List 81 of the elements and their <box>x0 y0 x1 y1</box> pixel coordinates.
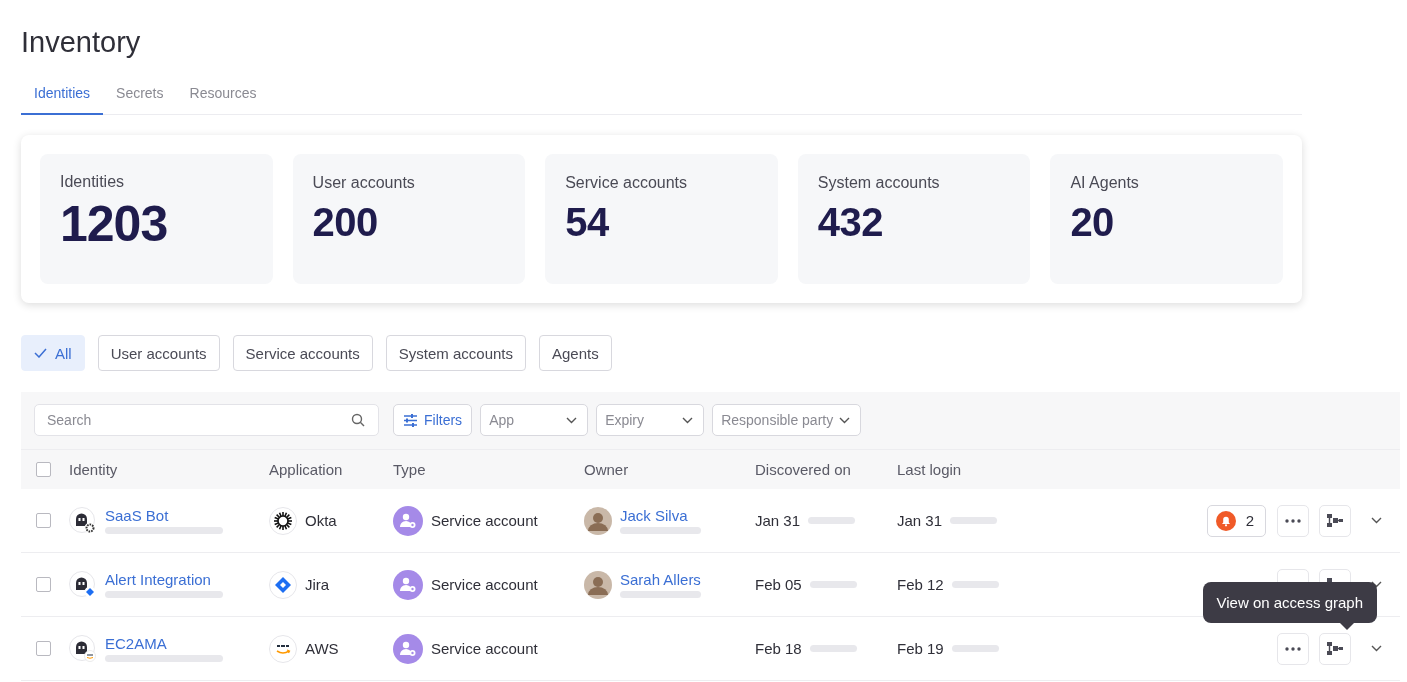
stat-value: 1203 <box>60 195 169 253</box>
column-header: Identity <box>69 461 119 478</box>
filters-button[interactable]: Filters <box>393 404 473 436</box>
bot-icon <box>69 570 97 599</box>
column-header: Type <box>393 461 427 478</box>
stat-value: 20 <box>1070 200 1115 245</box>
filter-dropdown[interactable]: App <box>480 404 589 436</box>
tab[interactable]: Identities <box>21 79 104 115</box>
filter-chip[interactable]: Service accounts <box>232 335 373 371</box>
filter-dropdown[interactable]: Expiry <box>596 404 705 436</box>
filter-dropdown[interactable]: Responsible party <box>712 404 862 436</box>
service-account-icon <box>393 569 423 600</box>
select-all-checkbox[interactable] <box>36 462 51 477</box>
expand-chevron-icon[interactable] <box>1371 517 1382 524</box>
owner-link[interactable]: Jack Silva <box>620 507 701 524</box>
application-name: AWS <box>305 640 339 657</box>
chevron-down-icon <box>682 416 694 424</box>
stat-value: 200 <box>312 200 379 245</box>
expand-chevron-icon[interactable] <box>1371 645 1382 652</box>
tab[interactable]: Secrets <box>103 79 177 115</box>
row-checkbox[interactable] <box>36 641 51 656</box>
avatar-icon <box>584 506 612 535</box>
sunburst-logo-icon <box>269 506 297 535</box>
service-account-icon <box>393 633 423 664</box>
stat-value: 54 <box>565 200 610 245</box>
tab[interactable]: Resources <box>176 79 270 115</box>
more-icon <box>1285 518 1301 523</box>
column-header: Owner <box>584 461 630 478</box>
column-header: Discovered on <box>755 461 852 478</box>
page-title: Inventory <box>21 26 142 59</box>
stat-label: Service accounts <box>565 174 689 192</box>
filter-chip[interactable]: User accounts <box>97 335 220 371</box>
graph-icon <box>1327 642 1343 655</box>
bot-icon <box>69 634 97 663</box>
chevron-down-icon <box>566 416 578 424</box>
row-checkbox[interactable] <box>36 513 51 528</box>
column-header: Last login <box>897 461 963 478</box>
tooltip-pointer-icon <box>1340 622 1354 630</box>
access-graph-button[interactable] <box>1319 504 1351 537</box>
date-text: Feb 19 <box>897 640 944 657</box>
date-text: Feb 12 <box>897 576 944 593</box>
stat-label: System accounts <box>817 174 941 192</box>
account-type: Service account <box>431 576 538 593</box>
alert-count-button[interactable]: 2 <box>1206 504 1266 537</box>
stat-label: AI Agents <box>1070 174 1140 192</box>
date-text: Jan 31 <box>897 512 943 529</box>
row-checkbox[interactable] <box>36 577 51 592</box>
account-type: Service account <box>431 640 538 657</box>
search-field[interactable]: Search <box>34 404 379 436</box>
sliders-icon <box>403 413 418 427</box>
application-name: Okta <box>305 512 337 529</box>
search-icon <box>351 413 365 427</box>
owner-link[interactable]: Sarah Allers <box>620 571 701 588</box>
smile-logo-icon <box>269 634 297 663</box>
filter-chip[interactable]: Agents <box>539 335 612 371</box>
column-header: Application <box>269 461 344 478</box>
more-button[interactable] <box>1277 632 1309 665</box>
avatar-icon <box>584 570 612 599</box>
date-text: Feb 05 <box>755 576 802 593</box>
identity-link[interactable]: SaaS Bot <box>105 507 223 524</box>
more-button[interactable] <box>1277 504 1309 537</box>
account-type: Service account <box>431 512 538 529</box>
service-account-icon <box>393 505 423 536</box>
stat-value: 432 <box>817 200 885 245</box>
access-graph-button[interactable] <box>1319 632 1351 665</box>
identity-link[interactable]: Alert Integration <box>105 571 223 588</box>
stat-label: Identities <box>60 173 126 191</box>
stat-label: User accounts <box>312 174 416 192</box>
identity-link[interactable]: EC2AMA <box>105 635 223 652</box>
date-text: Jan 31 <box>755 512 801 529</box>
more-icon <box>1285 646 1301 651</box>
bell-icon <box>1215 510 1236 531</box>
date-text: Feb 18 <box>755 640 802 657</box>
application-name: Jira <box>305 576 330 593</box>
filter-chip[interactable]: System accounts <box>385 335 526 371</box>
check-icon <box>34 348 47 358</box>
diamond-logo-icon <box>269 570 297 599</box>
graph-icon <box>1327 514 1343 527</box>
filter-chip[interactable]: All <box>21 335 85 371</box>
chevron-down-icon <box>839 416 851 424</box>
bot-icon <box>69 506 97 535</box>
